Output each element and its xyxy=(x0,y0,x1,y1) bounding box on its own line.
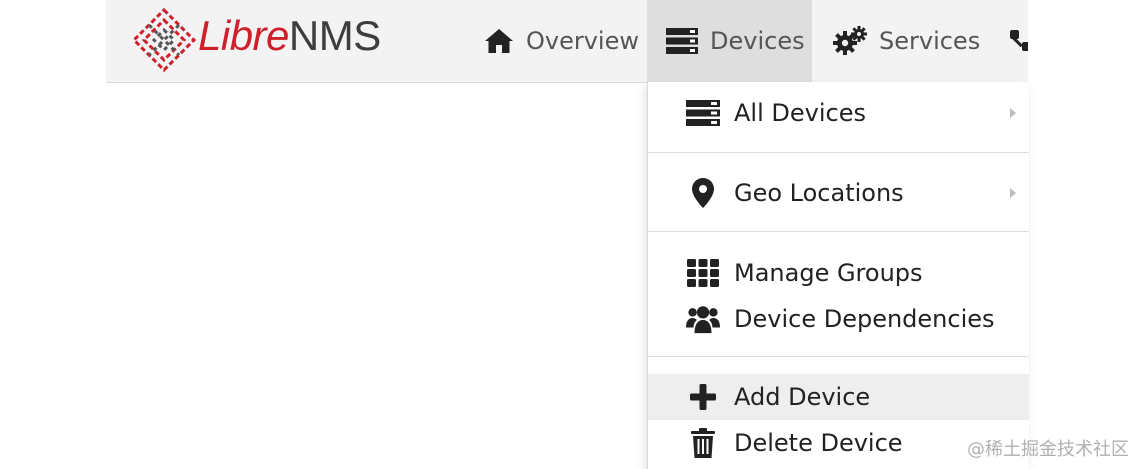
menu-item-delete-device-label: Delete Device xyxy=(734,429,903,457)
nav-services-label: Services xyxy=(879,27,981,55)
plus-icon xyxy=(690,384,716,410)
server-icon xyxy=(666,28,698,54)
nav-devices-label: Devices xyxy=(710,27,805,55)
watermark-text: @稀土掘金技术社区 xyxy=(967,439,1129,460)
trash-icon xyxy=(691,428,715,458)
menu-item-device-dependencies-label: Device Dependencies xyxy=(734,305,995,333)
server-icon xyxy=(686,100,720,126)
menu-item-add-device-label: Add Device xyxy=(734,383,871,411)
menu-item-geo-locations-label: Geo Locations xyxy=(734,179,904,207)
menu-item-manage-groups-label: Manage Groups xyxy=(734,259,923,287)
menu-item-device-dependencies[interactable]: Device Dependencies xyxy=(648,296,1029,342)
menu-divider xyxy=(648,356,1029,357)
caret-right-icon xyxy=(1010,188,1016,198)
librenms-logo[interactable]: LibreNMS xyxy=(132,4,442,74)
top-navbar: LibreNMS Overview Devices Services xyxy=(106,0,1028,83)
menu-item-add-device[interactable]: Add Device xyxy=(648,374,1029,420)
nav-overview[interactable]: Overview xyxy=(484,0,639,82)
menu-item-all-devices[interactable]: All Devices xyxy=(648,90,1029,136)
caret-right-icon xyxy=(1010,108,1016,118)
nav-devices[interactable]: Devices xyxy=(647,0,812,82)
menu-item-geo-locations[interactable]: Geo Locations xyxy=(648,170,1029,216)
users-icon xyxy=(686,306,720,334)
menu-item-all-devices-label: All Devices xyxy=(734,99,866,127)
librenms-logo-mark-icon xyxy=(132,8,196,72)
nav-next-partial[interactable] xyxy=(1008,0,1028,82)
nav-services[interactable]: Services xyxy=(833,0,980,82)
th-grid-icon xyxy=(687,259,719,287)
menu-divider xyxy=(648,152,1029,153)
nav-overview-label: Overview xyxy=(526,27,639,55)
menu-divider xyxy=(648,231,1029,232)
devices-dropdown-menu: All Devices Geo Locations Manage Groups … xyxy=(647,82,1029,469)
map-marker-icon xyxy=(692,178,714,208)
menu-item-manage-groups[interactable]: Manage Groups xyxy=(648,250,1029,296)
sitemap-icon xyxy=(1010,30,1028,51)
home-icon xyxy=(485,29,513,53)
brand-name-part2: NMS xyxy=(288,12,381,59)
cogs-icon xyxy=(833,26,867,55)
brand-name-part1: Libre xyxy=(198,12,289,59)
